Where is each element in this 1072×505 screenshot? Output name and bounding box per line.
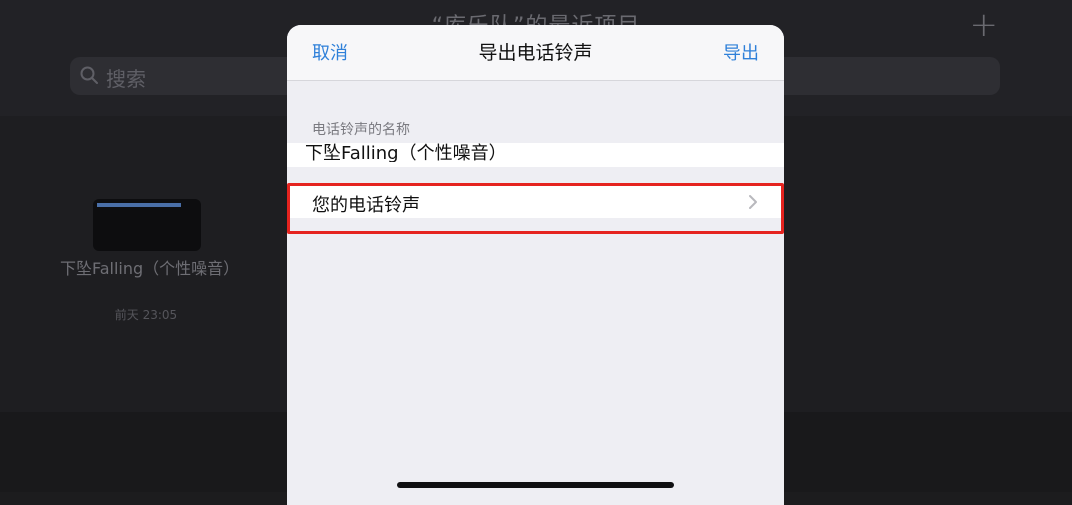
project-date: 前天 23:05: [114, 308, 178, 322]
ringtone-name-field[interactable]: [305, 141, 765, 162]
export-ringtone-sheet: 取消 导出电话铃声 导出 电话铃声的名称 您的电话铃声: [287, 25, 784, 505]
ringtone-name-section-label: 电话铃声的名称: [312, 122, 410, 138]
thumbnail-track-bar: [97, 203, 181, 207]
sheet-nav-bar: 取消 导出电话铃声 导出: [287, 25, 784, 81]
project-thumbnail[interactable]: [93, 199, 201, 251]
export-button[interactable]: 导出: [723, 39, 759, 65]
home-indicator: [397, 482, 674, 488]
project-name: 下坠Falling（个性噪音）: [60, 259, 240, 278]
your-ringtones-row[interactable]: 您的电话铃声: [287, 186, 784, 218]
plus-icon[interactable]: +: [970, 8, 999, 42]
chevron-right-icon: [749, 195, 757, 209]
your-ringtones-label: 您的电话铃声: [312, 195, 420, 216]
search-placeholder: 搜索: [106, 67, 146, 91]
ringtone-name-row: [287, 141, 784, 167]
search-icon: [80, 66, 98, 84]
sheet-title: 导出电话铃声: [478, 42, 593, 64]
